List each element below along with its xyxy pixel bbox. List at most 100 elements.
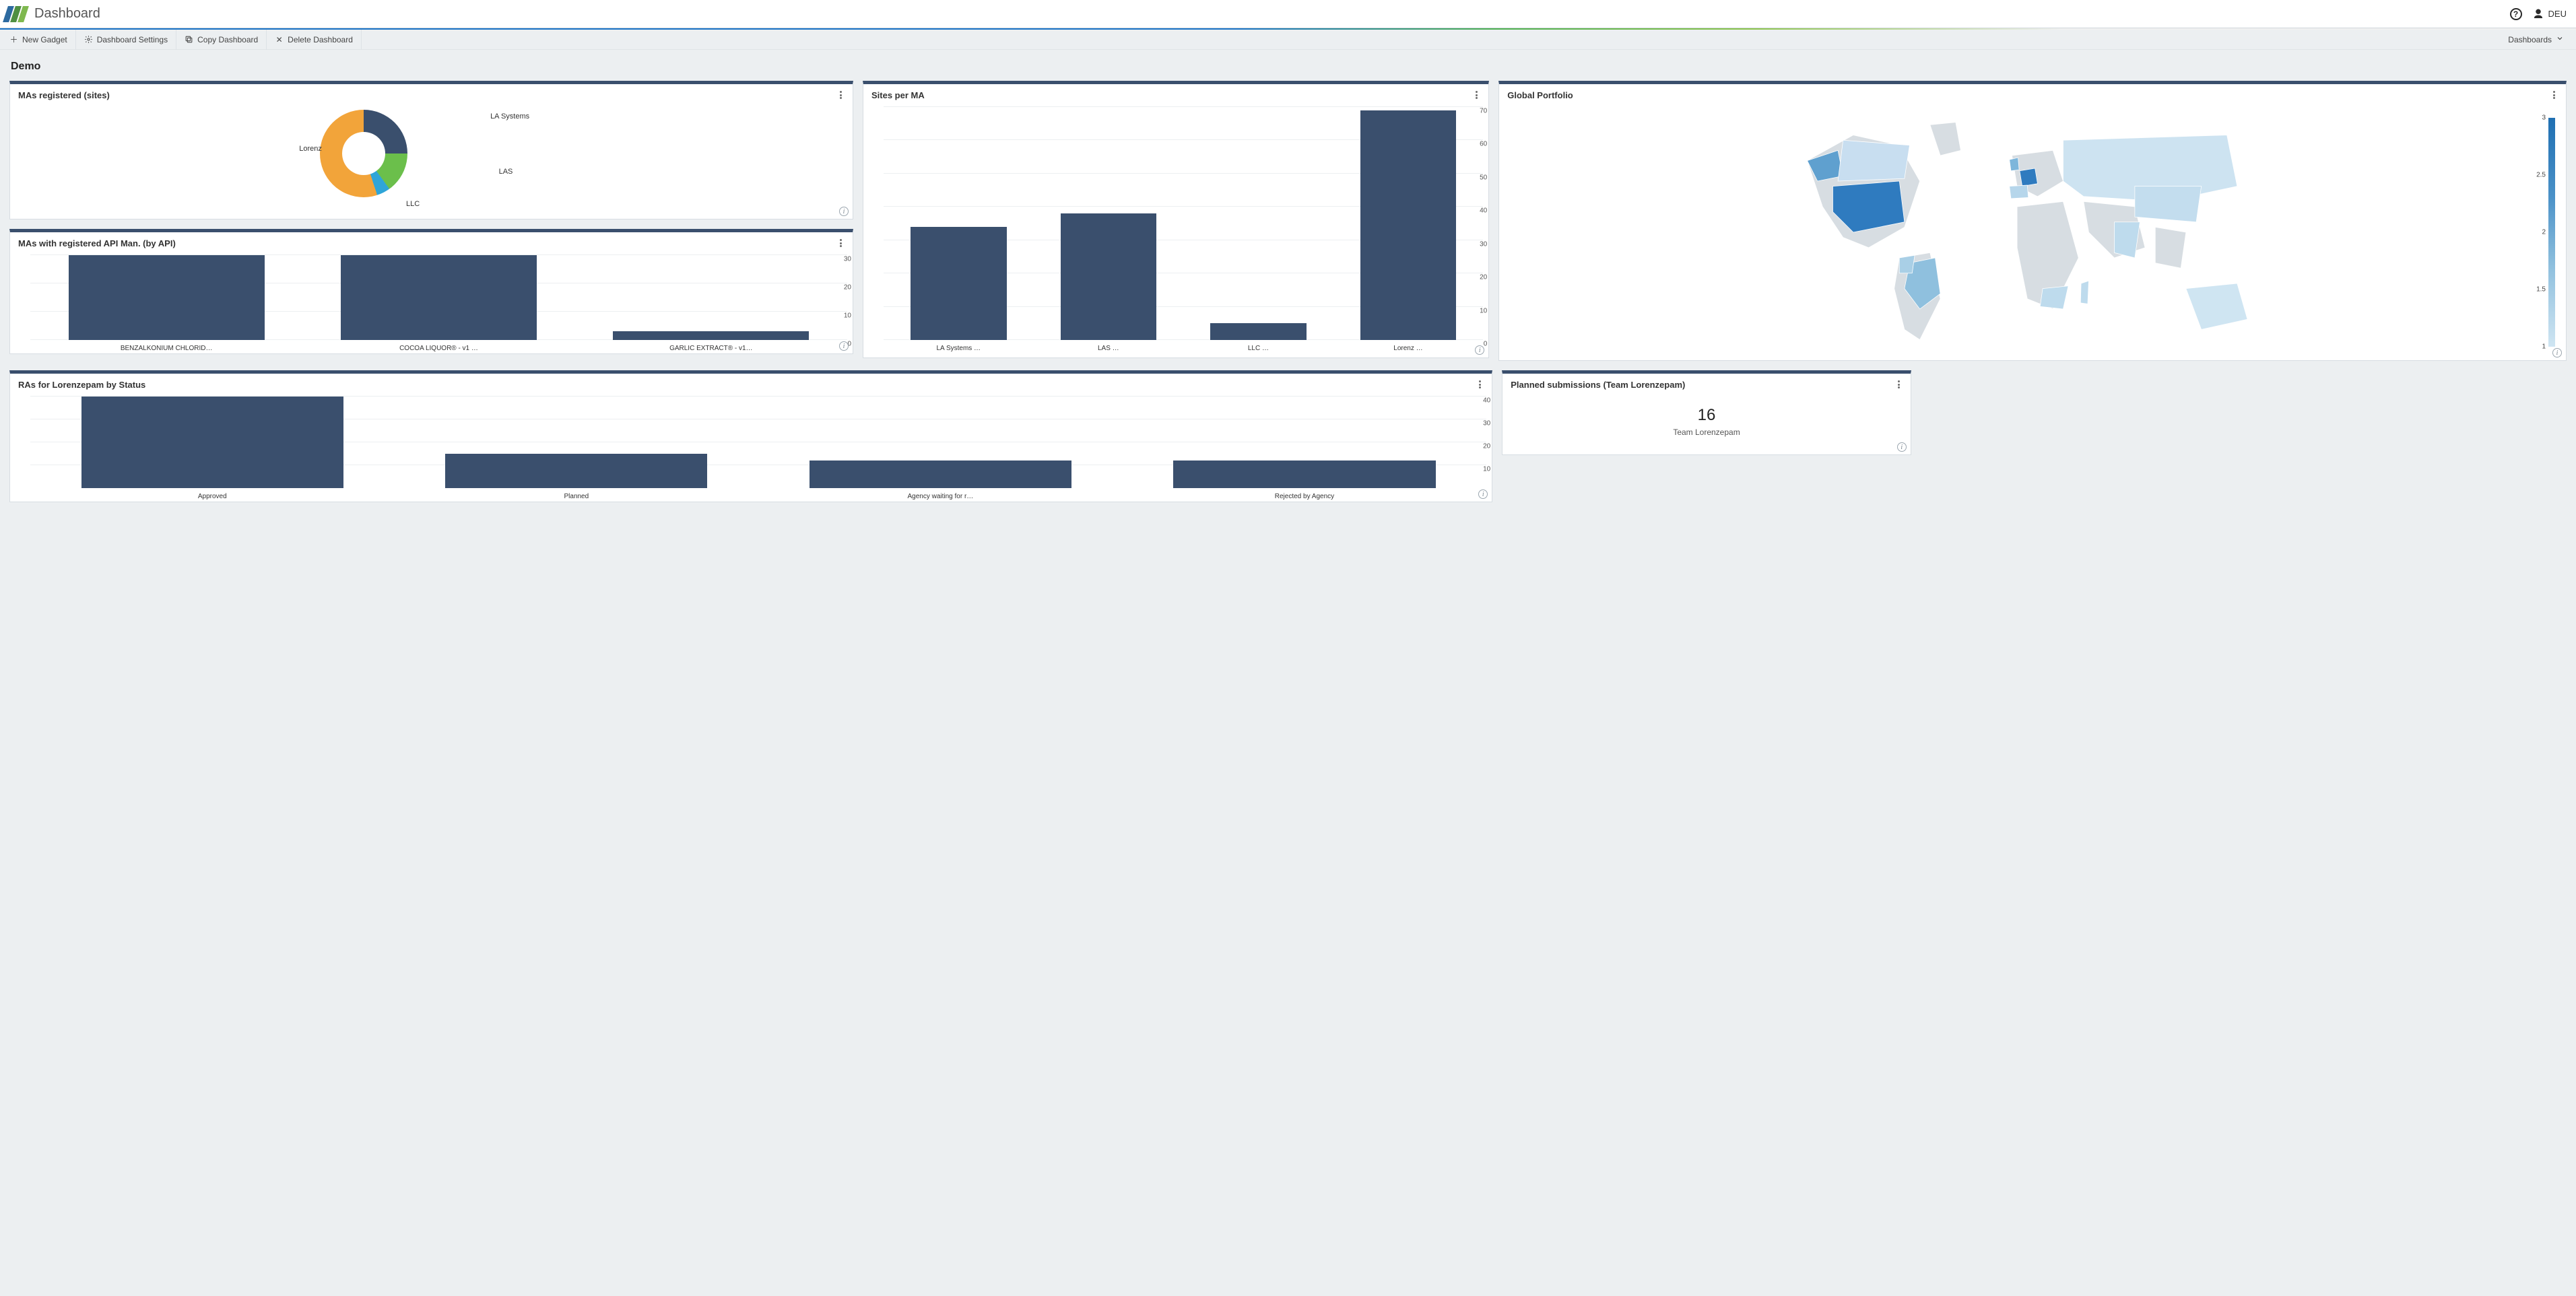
delete-dashboard-button[interactable]: ✕ Delete Dashboard: [267, 30, 362, 50]
legend-tick: 2.5: [2536, 172, 2546, 179]
gadget-title: RAs for Lorenzepam by Status: [18, 380, 145, 390]
x-label: BENZALKONIUM CHLORID…: [30, 345, 302, 352]
gadget-title: MAs with registered API Man. (by API): [18, 238, 176, 248]
gadget-menu-icon[interactable]: [2550, 90, 2558, 100]
x-label: Approved: [30, 493, 395, 500]
app-logo: [5, 6, 26, 22]
page-module-title: Dashboard: [34, 6, 100, 22]
grid-row-1: MAs registered (sites) LA Systems LAS LL…: [9, 81, 2567, 361]
bar: [1360, 110, 1456, 340]
bar: [1061, 213, 1156, 340]
toolbar-label: New Gadget: [22, 35, 67, 44]
bars: [30, 255, 847, 340]
donut-label-llc: LLC: [406, 200, 420, 208]
x-label: GARLIC EXTRACT® - v1…: [575, 345, 847, 352]
user-icon: [2532, 8, 2544, 20]
gadget-body: 010203040506070LA Systems …LAS …LLC …Lor…: [863, 104, 1488, 357]
kpi-value: 16: [1502, 406, 1911, 425]
grid-col-5: Planned submissions (Team Lorenzepam) 16…: [1502, 370, 1911, 455]
gadget-mas-registered-sites: MAs registered (sites) LA Systems LAS LL…: [9, 81, 853, 219]
bar: [1210, 323, 1306, 340]
gadget-header: Global Portfolio: [1499, 84, 2566, 104]
bar: [810, 461, 1071, 488]
gadget-global-portfolio: Global Portfolio: [1498, 81, 2567, 361]
bar-chart-sites: 010203040506070LA Systems …LAS …LLC …Lor…: [863, 104, 1488, 353]
grid-col-1: MAs registered (sites) LA Systems LAS LL…: [9, 81, 853, 354]
gadget-ras-by-status: RAs for Lorenzepam by Status 10203040App…: [9, 370, 1492, 502]
dashboard-toolbar: ＋ New Gadget Dashboard Settings Copy Das…: [0, 30, 2576, 50]
bar: [1173, 461, 1435, 488]
bar-chart-api: 0102030BENZALKONIUM CHLORID…COCOA LIQUOR…: [10, 252, 853, 353]
top-bar-left: Dashboard: [5, 6, 100, 22]
bars: [884, 107, 1483, 340]
gadget-title: Global Portfolio: [1507, 90, 1573, 100]
gear-icon: [84, 35, 93, 44]
donut-chart: LA Systems LAS LLC Lorenz: [10, 104, 853, 219]
gadget-menu-icon[interactable]: [837, 90, 845, 100]
copy-icon: [185, 35, 193, 44]
x-labels: LA Systems …LAS …LLC …Lorenz …: [884, 345, 1483, 352]
gadget-menu-icon[interactable]: [1476, 379, 1484, 390]
legend-tick: 2: [2542, 229, 2546, 236]
info-icon[interactable]: i: [2552, 348, 2562, 357]
x-label: COCOA LIQUOR® - v1 …: [302, 345, 574, 352]
copy-dashboard-button[interactable]: Copy Dashboard: [176, 30, 267, 50]
new-gadget-button[interactable]: ＋ New Gadget: [9, 30, 76, 50]
toolbar-label: Copy Dashboard: [197, 35, 258, 44]
donut-label-las: LAS: [499, 168, 513, 176]
gadget-header: MAs with registered API Man. (by API): [10, 232, 853, 252]
x-label: LLC …: [1183, 345, 1333, 352]
dashboard-settings-button[interactable]: Dashboard Settings: [76, 30, 176, 50]
dashboards-dropdown[interactable]: Dashboards: [2505, 34, 2567, 44]
help-icon[interactable]: ?: [2509, 7, 2523, 21]
page-body: Demo MAs registered (sites) LA Systems L…: [0, 50, 2576, 532]
gadget-mas-registered-api: MAs with registered API Man. (by API) 01…: [9, 229, 853, 354]
x-label: LA Systems …: [884, 345, 1034, 352]
info-icon[interactable]: i: [839, 341, 849, 351]
gadget-menu-icon[interactable]: [1473, 90, 1480, 100]
kpi: 16 Team Lorenzepam: [1502, 394, 1911, 454]
map-legend-ticks: 32.521.51: [2532, 118, 2546, 347]
gadget-body: 10203040ApprovedPlannedAgency waiting fo…: [10, 394, 1492, 502]
info-icon[interactable]: i: [1897, 442, 1907, 452]
top-bar: Dashboard ? DEU: [0, 0, 2576, 28]
x-label: Lorenz …: [1333, 345, 1484, 352]
close-icon: ✕: [275, 35, 284, 44]
gadget-title: Sites per MA: [871, 90, 925, 100]
x-label: Planned: [395, 493, 759, 500]
legend-tick: 1.5: [2536, 286, 2546, 294]
top-bar-right: ? DEU: [2509, 7, 2567, 21]
bars: [30, 397, 1486, 488]
toolbar-label: Dashboard Settings: [97, 35, 168, 44]
bar: [69, 255, 265, 340]
world-map: 3 2.5 2 1.5 1: [1499, 104, 2566, 360]
bar: [911, 227, 1006, 340]
plus-icon: ＋: [9, 35, 18, 44]
toolbar-label: Delete Dashboard: [288, 35, 353, 44]
gadget-menu-icon[interactable]: [1895, 379, 1903, 390]
user-label: DEU: [2548, 9, 2567, 19]
bar: [341, 255, 537, 340]
gadget-sites-per-ma: Sites per MA 010203040506070LA Systems ……: [863, 81, 1489, 358]
x-label: LAS …: [1034, 345, 1184, 352]
gadget-menu-icon[interactable]: [837, 238, 845, 248]
dashboards-dropdown-label: Dashboards: [2508, 35, 2552, 44]
y-tick: 0: [1484, 341, 1488, 348]
donut-label-lorenz: Lorenz: [299, 145, 322, 153]
legend-tick: 1: [2542, 343, 2546, 351]
toolbar-left: ＋ New Gadget Dashboard Settings Copy Das…: [9, 30, 362, 50]
x-label: Rejected by Agency: [1123, 493, 1487, 500]
user-menu[interactable]: DEU: [2532, 8, 2567, 20]
map-legend-scale: [2548, 118, 2555, 347]
gadget-body: 16 Team Lorenzepam i: [1502, 394, 1911, 454]
info-icon[interactable]: i: [839, 207, 849, 216]
gadget-title: Planned submissions (Team Lorenzepam): [1511, 380, 1685, 390]
gadget-header: Planned submissions (Team Lorenzepam): [1502, 374, 1911, 394]
page-title: Demo: [11, 61, 2567, 73]
bar: [445, 454, 707, 488]
x-labels: ApprovedPlannedAgency waiting for r…Reje…: [30, 493, 1486, 500]
legend-tick: 3: [2542, 114, 2546, 122]
chevron-down-icon: [2556, 34, 2564, 44]
grid-col-3: Global Portfolio: [1498, 81, 2567, 361]
kpi-label: Team Lorenzepam: [1502, 428, 1911, 437]
